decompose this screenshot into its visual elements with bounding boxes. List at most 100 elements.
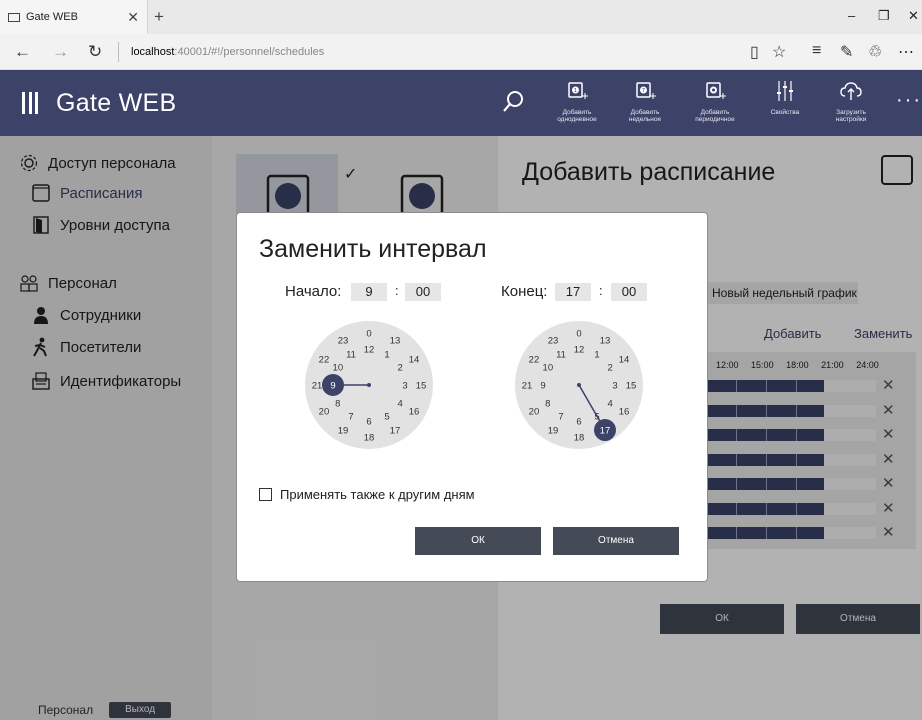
upload-settings-button[interactable]: Загрузить настройки (820, 80, 882, 123)
clock-hour-label: 16 (409, 407, 420, 418)
clock-hour-label: 21 (522, 381, 533, 392)
toolbar-5-label2: настройки (835, 116, 867, 123)
apply-to-other-days-checkbox[interactable]: Применять также к другим дням (259, 487, 475, 502)
app-title: Gate WEB (56, 89, 177, 117)
toolbar-2-label2: недельное (628, 116, 662, 123)
window-close-icon[interactable]: ✕ (908, 8, 919, 24)
clock-hour-label: 8 (335, 399, 340, 410)
share-icon[interactable]: ♲ (868, 42, 882, 62)
clock-hour-label: 4 (398, 399, 403, 410)
clock-hour-label: 0 (366, 329, 371, 340)
start-hour-input[interactable]: 9 (351, 283, 387, 301)
add-daily-schedule-icon: 1 (568, 82, 588, 99)
clock-hour-label: 3 (402, 381, 407, 392)
start-label: Начало: (285, 283, 342, 300)
clock-hour-label: 10 (543, 363, 554, 374)
clock-hour-label: 15 (416, 381, 427, 392)
clock-hour-label: 16 (619, 407, 630, 418)
clock-center (367, 383, 371, 387)
more-icon[interactable]: ··· (896, 89, 922, 112)
clock-hour-label: 7 (348, 412, 353, 423)
tab-favicon-icon (8, 12, 20, 22)
url-path: :40001/#!/personnel/schedules (174, 46, 325, 58)
clock-hour-label: 17 (390, 426, 401, 437)
end-hour-input[interactable]: 17 (555, 283, 591, 301)
toolbar-3-label1: Добавить (700, 109, 730, 116)
clock-hour-label: 5 (384, 412, 389, 423)
tab-close-icon[interactable]: ✕ (127, 9, 139, 26)
end-clock-picker[interactable]: 01234567891011 121314151617181920212223 (513, 319, 645, 451)
clock-hour-label: 23 (548, 335, 559, 346)
clock-hour-label: 6 (366, 417, 371, 428)
clock-hour-label: 8 (545, 399, 550, 410)
browser-more-icon[interactable]: ⋯ (898, 42, 914, 62)
web-note-icon[interactable]: ✎ (840, 42, 853, 62)
toolbar-1-label1: Добавить (562, 109, 592, 116)
browser-tab-bar: Gate WEB ✕ + – ❐ ✕ (0, 0, 922, 34)
dialog-title: Заменить интервал (259, 235, 487, 263)
upload-settings-icon (840, 82, 862, 100)
clock-hour-label: 18 (364, 433, 375, 444)
clock-hour-label: 2 (608, 363, 613, 374)
clock-hour-label: 18 (574, 433, 585, 444)
add-daily-button[interactable]: 1 Добавить однодневное (546, 80, 608, 123)
clock-hour-label: 1 (384, 349, 389, 360)
clock-hour-label: 20 (319, 407, 330, 418)
clock-hour-label: 12 (574, 345, 585, 356)
toolbar-3-label2: периодичное (695, 116, 735, 123)
forward-icon[interactable]: → (52, 42, 69, 62)
clock-hour-label: 17 (600, 426, 611, 437)
clock-hour-label: 14 (619, 355, 630, 366)
toolbar-1-number: 1 (574, 88, 577, 94)
clock-hour-label: 0 (576, 329, 581, 340)
toolbar-4-label1: Свойства (770, 109, 800, 116)
url-field[interactable]: localhost:40001/#!/personnel/schedules (118, 42, 324, 62)
properties-button[interactable]: Свойства (754, 80, 816, 116)
clock-hour-label: 14 (409, 355, 420, 366)
minimize-icon[interactable]: – (848, 8, 855, 23)
replace-interval-dialog: Заменить интервал Начало: 9 : 00 Конец: … (236, 212, 708, 582)
refresh-icon[interactable]: ↻ (88, 42, 102, 62)
reading-view-icon[interactable]: ▯ (750, 42, 759, 62)
clock-hour-label: 23 (338, 335, 349, 346)
start-clock-picker[interactable]: 01234567891011 121314151617181920212223 (303, 319, 435, 451)
start-minute-input[interactable]: 00 (405, 283, 441, 301)
app-header: Gate WEB 1 Добавить однодневное 7 Добави… (0, 70, 922, 136)
clock-hour-label: 20 (529, 407, 540, 418)
clock-hour-label: 6 (576, 417, 581, 428)
end-label: Конец: (501, 283, 548, 300)
clock-hour-label: 1 (594, 349, 599, 360)
clock-hour-label: 2 (398, 363, 403, 374)
clock-center (577, 383, 581, 387)
clock-hour-label: 22 (529, 355, 540, 366)
toolbar-2-label1: Добавить (630, 109, 660, 116)
clock-hour-label: 9 (330, 381, 335, 392)
hamburger-menu-icon[interactable] (22, 92, 38, 114)
address-bar: ← → ↻ localhost:40001/#!/personnel/sched… (0, 34, 922, 70)
clock-hour-label: 3 (612, 381, 617, 392)
clock-hour-label: 22 (319, 355, 330, 366)
end-minute-input[interactable]: 00 (611, 283, 647, 301)
dialog-cancel-button[interactable]: Отмена (553, 527, 679, 555)
add-periodic-button[interactable]: Добавить периодичное (684, 80, 746, 123)
add-weekly-button[interactable]: 7 Добавить недельное (614, 80, 676, 123)
dialog-ok-button[interactable]: ОК (415, 527, 541, 555)
restore-icon[interactable]: ❐ (878, 8, 890, 24)
clock-hour-label: 13 (390, 335, 401, 346)
clock-hour-label: 9 (540, 381, 545, 392)
checkbox-box[interactable] (259, 488, 272, 501)
search-icon[interactable] (502, 90, 524, 114)
properties-icon (777, 81, 793, 101)
tab-title: Gate WEB (26, 11, 78, 23)
clock-hour-label: 5 (594, 412, 599, 423)
clock-hour-label: 10 (333, 363, 344, 374)
back-icon[interactable]: ← (14, 42, 31, 62)
end-colon: : (599, 283, 603, 298)
clock-hour-label: 15 (626, 381, 637, 392)
browser-tab[interactable]: Gate WEB ✕ (0, 0, 148, 34)
new-tab-icon[interactable]: + (154, 7, 164, 27)
toolbar-2-number: 7 (642, 88, 645, 94)
hub-icon[interactable]: ≡ (812, 42, 821, 60)
favorite-star-icon[interactable]: ☆ (772, 42, 786, 62)
clock-hour-label: 13 (600, 335, 611, 346)
